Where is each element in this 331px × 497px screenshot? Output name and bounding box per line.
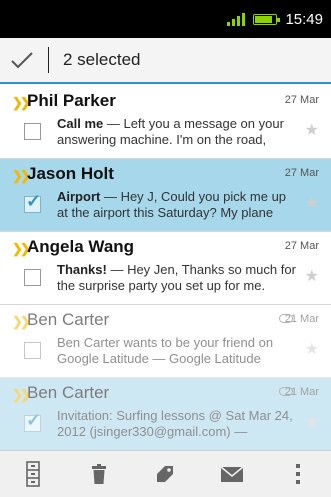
checkmark-icon: ✓ <box>26 191 42 211</box>
email-sender: Ben Carter <box>27 310 110 329</box>
bottom-action-bar <box>0 450 331 497</box>
important-marker-icon: ❯❯ <box>12 314 31 329</box>
email-row[interactable]: ❯❯ Angela Wang 27 Mar Thanks! — Hey Jen, Th… <box>0 232 331 305</box>
email-snippet: Ben Carter wants to be your friend on Go… <box>57 335 274 366</box>
trash-icon[interactable] <box>79 454 119 494</box>
email-date: 27 Mar <box>284 167 319 179</box>
email-sender: Angela Wang <box>27 237 135 256</box>
overflow-menu-icon[interactable] <box>278 454 318 494</box>
done-check-icon[interactable] <box>0 38 44 82</box>
email-snippet: Invitation: Surfing lessons @ Sat Mar 24… <box>57 408 293 439</box>
selection-action-bar: 2 selected <box>0 38 331 84</box>
email-checkbox[interactable] <box>24 123 41 140</box>
email-date: 21 Mar <box>284 386 319 398</box>
email-sender: Ben Carter <box>27 383 110 402</box>
email-subject: Thanks! <box>57 262 107 277</box>
mark-unread-icon[interactable] <box>212 454 252 494</box>
status-bar: 15:49 <box>0 0 331 38</box>
important-marker-icon: ❯❯ <box>12 387 31 402</box>
label-icon[interactable] <box>145 454 185 494</box>
email-preview: Thanks! — Hey Jen, Thanks so much for th… <box>57 262 297 295</box>
email-sender: Phil Parker <box>27 91 116 110</box>
email-date: 27 Mar <box>284 240 319 252</box>
email-checkbox[interactable] <box>24 269 41 286</box>
important-marker-icon: ❯❯ <box>12 168 31 183</box>
email-preview: Call me — Left you a message on your ans… <box>57 116 297 149</box>
star-icon[interactable]: ★ <box>305 412 319 432</box>
email-row[interactable]: ❯❯ Ben Carter 21 Mar ✓ Invitation: Surfing l… <box>0 378 331 450</box>
email-row[interactable]: ❯❯ Phil Parker 27 Mar Call me — Left you a … <box>0 86 331 159</box>
archive-icon[interactable] <box>13 454 53 494</box>
email-row[interactable]: ❯❯ Jason Holt 27 Mar ✓ Airport — Hey J, Coul… <box>0 159 331 232</box>
email-subject: Airport <box>57 189 101 204</box>
email-preview: Invitation: Surfing lessons @ Sat Mar 24… <box>57 408 297 441</box>
email-preview: Airport — Hey J, Could you pick me up at… <box>57 189 297 222</box>
email-checkbox[interactable]: ✓ <box>24 410 41 432</box>
email-list: ❯❯ Phil Parker 27 Mar Call me — Left you a … <box>0 86 331 450</box>
battery-icon <box>253 13 281 25</box>
checkmark-icon: ✓ <box>26 410 42 430</box>
action-bar-divider <box>48 47 49 73</box>
important-marker-icon: ❯❯ <box>12 95 31 110</box>
star-icon[interactable]: ★ <box>305 193 319 213</box>
email-row[interactable]: ❯❯ Ben Carter 21 Mar Ben Carter wants to be… <box>0 305 331 378</box>
status-time: 15:49 <box>285 10 323 28</box>
email-checkbox[interactable]: ✓ <box>24 191 41 213</box>
email-checkbox[interactable] <box>24 342 41 359</box>
email-date: 21 Mar <box>284 313 319 325</box>
email-sender: Jason Holt <box>27 164 114 183</box>
email-preview: Ben Carter wants to be your friend on Go… <box>57 335 297 368</box>
star-icon[interactable]: ★ <box>305 339 319 359</box>
star-icon[interactable]: ★ <box>305 266 319 286</box>
selected-count: 2 selected <box>63 50 141 69</box>
signal-icon <box>227 12 246 26</box>
email-date: 27 Mar <box>284 94 319 106</box>
email-subject: Call me <box>57 116 104 131</box>
star-icon[interactable]: ★ <box>305 120 319 140</box>
important-marker-icon: ❯❯ <box>12 241 31 256</box>
